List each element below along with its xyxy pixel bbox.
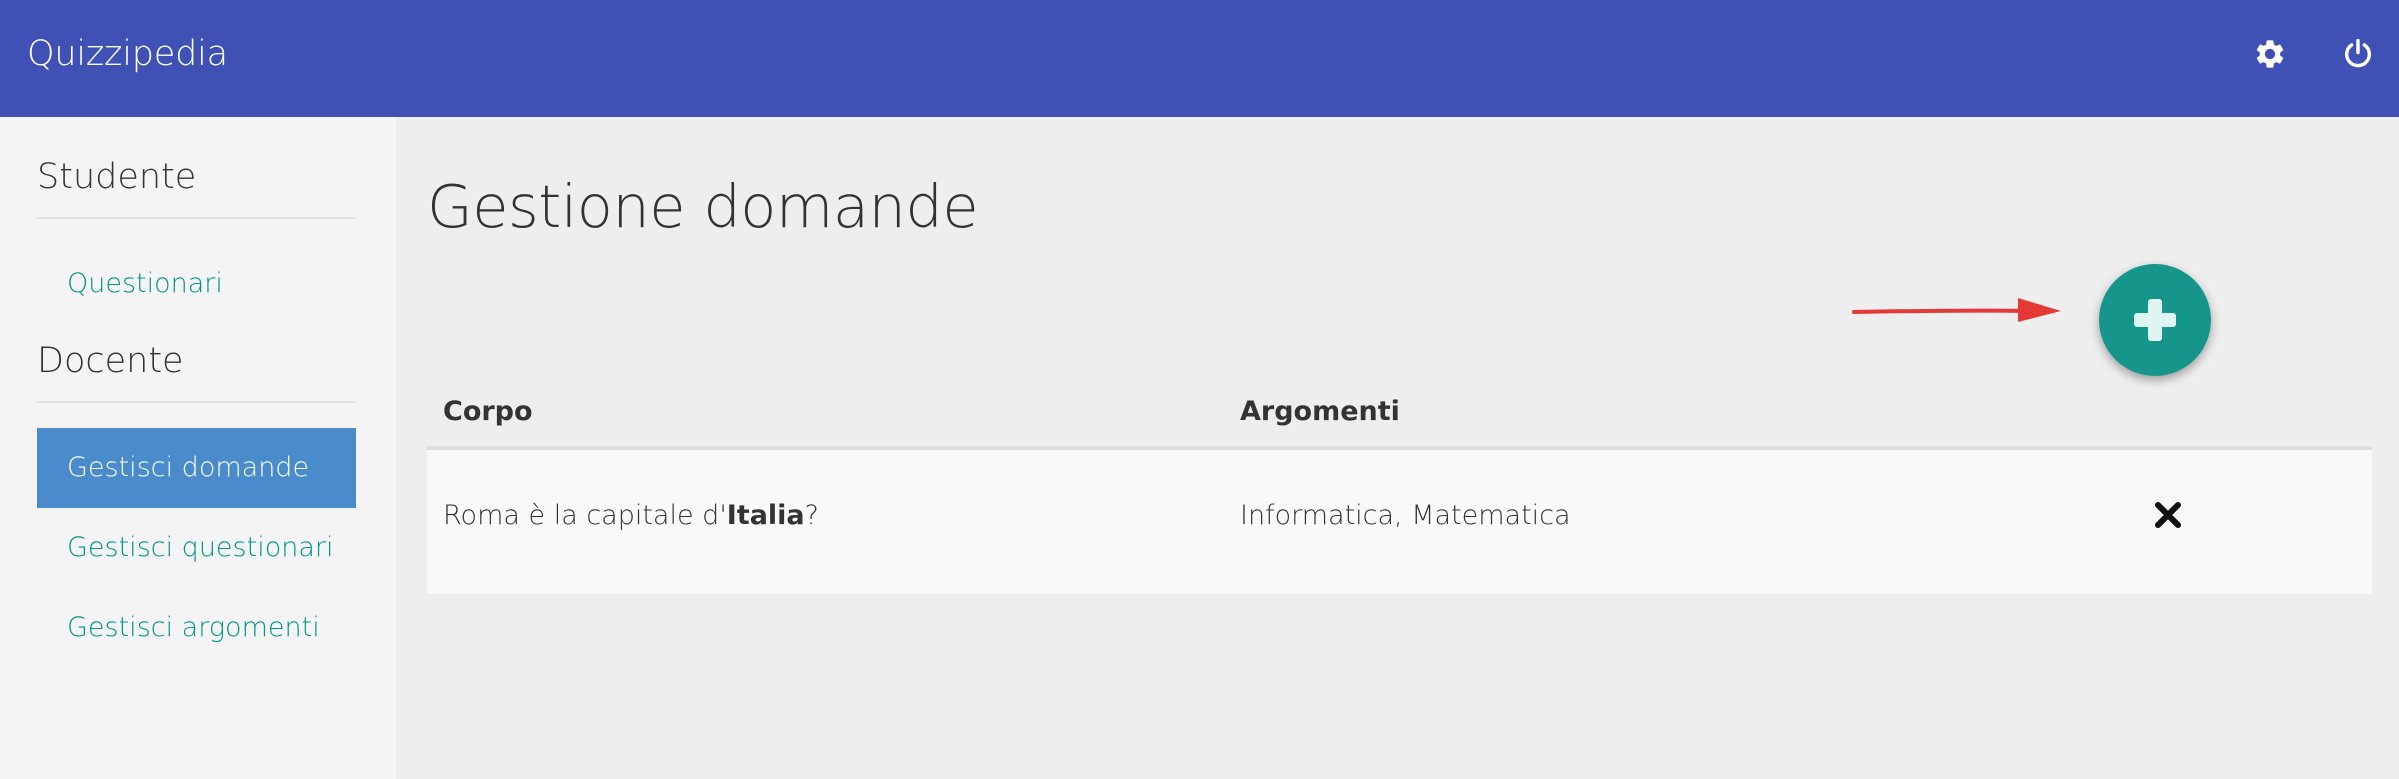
top-navbar: Quizzipedia	[0, 0, 2399, 117]
column-header-corpo: Corpo	[443, 396, 533, 427]
sidebar-item-gestisci-domande[interactable]: Gestisci domande	[37, 428, 356, 508]
app-brand[interactable]: Quizzipedia	[27, 34, 228, 74]
question-body: Roma è la capitale d'Italia?	[443, 500, 819, 531]
settings-gear-icon[interactable]	[2253, 37, 2287, 71]
table-header: Corpo Argomenti	[427, 374, 2372, 450]
sidebar-heading-docente: Docente	[37, 341, 184, 381]
column-header-argomenti: Argomenti	[1240, 396, 1400, 427]
plus-icon	[2134, 299, 2176, 341]
power-icon[interactable]	[2341, 37, 2375, 71]
sidebar-item-questionari[interactable]: Questionari	[37, 244, 356, 324]
sidebar-item-gestisci-argomenti[interactable]: Gestisci argomenti	[37, 588, 356, 668]
add-question-button[interactable]	[2099, 264, 2211, 376]
questions-table: Corpo Argomenti Roma è la capitale d'Ita…	[427, 374, 2372, 594]
question-topics: Informatica, Matematica	[1240, 500, 1571, 531]
page-title: Gestione domande	[427, 172, 979, 241]
delete-x-icon[interactable]	[2153, 500, 2183, 530]
table-row: Roma è la capitale d'Italia? Informatica…	[427, 450, 2372, 594]
sidebar-divider	[37, 217, 356, 219]
sidebar: Studente Questionari Docente Gestisci do…	[0, 117, 396, 779]
red-arrow-icon	[1850, 290, 2065, 334]
sidebar-item-gestisci-questionari[interactable]: Gestisci questionari	[37, 508, 356, 588]
sidebar-heading-studente: Studente	[37, 157, 197, 197]
sidebar-divider	[37, 401, 356, 403]
